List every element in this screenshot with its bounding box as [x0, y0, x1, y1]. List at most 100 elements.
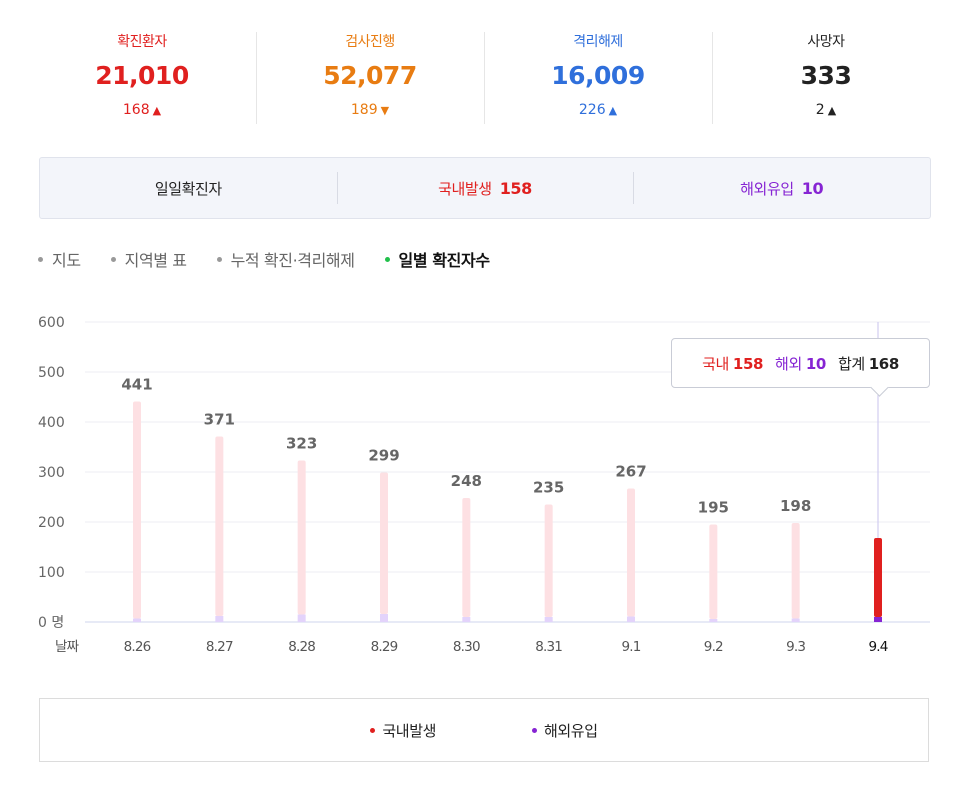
stat-delta: 189 ▼ — [256, 100, 484, 120]
legend-label: 국내발생 — [382, 721, 436, 740]
bar-domestic — [627, 488, 635, 617]
chart-legend: 국내발생 해외유입 — [39, 698, 929, 762]
tooltip-total: 합계 168 — [838, 353, 899, 374]
y-tick-label: 600 — [38, 315, 65, 331]
x-tick-label: 9.4 — [868, 639, 887, 655]
bullet-icon — [384, 256, 390, 262]
stat-delta: 226 ▲ — [484, 100, 712, 120]
stat-released: 격리해제 16,009 226 ▲ — [484, 28, 712, 128]
tab-cumulative[interactable]: 누적 확진·격리해제 — [216, 247, 355, 271]
stat-value: 21,010 — [95, 61, 189, 90]
tooltip-domestic-value: 158 — [732, 354, 764, 373]
stat-delta-value: 168 — [122, 102, 150, 118]
bullet-icon — [38, 256, 43, 262]
y-tick-label: 500 — [38, 365, 65, 381]
stat-deaths: 사망자 333 2 ▲ — [712, 28, 940, 128]
tab-daily-confirmed[interactable]: 일별 확진자수 — [384, 247, 490, 271]
bar-domestic — [215, 436, 224, 616]
stat-label: 격리해제 — [573, 34, 623, 50]
stat-value: 52,077 — [323, 61, 417, 90]
stat-confirmed: 확진환자 21,010 168 ▲ — [28, 28, 256, 128]
legend-domestic[interactable]: 국내발생 — [370, 720, 436, 741]
stat-delta-value: 2 — [815, 102, 825, 118]
bar-value-label: 248 — [451, 472, 482, 490]
stat-delta: 168 ▲ — [28, 100, 256, 120]
bar-overseas — [709, 619, 718, 622]
view-tabs: 지도 지역별 표 누적 확진·격리해제 일별 확진자수 — [38, 247, 520, 271]
stat-delta-value: 226 — [578, 102, 606, 118]
tooltip-total-label: 합계 — [837, 354, 865, 373]
bar-domestic — [709, 524, 718, 619]
bar-overseas — [297, 614, 306, 622]
legend-label: 해외유입 — [544, 721, 598, 740]
stat-label: 사망자 — [807, 34, 845, 50]
x-axis-label: 날짜 — [55, 639, 80, 655]
domestic-cell: 국내발생 158 — [336, 171, 634, 204]
stats-panel: 확진환자 21,010 168 ▲ 검사진행 52,077 189 ▼ 격리해제 1… — [28, 28, 940, 128]
bar-overseas — [791, 618, 800, 622]
chart-tooltip: 국내 158 해외 10 합계 168 — [671, 338, 930, 388]
tooltip-domestic: 국내 158 — [702, 353, 763, 374]
x-tick-label: 9.2 — [704, 639, 723, 655]
tooltip-total-value: 168 — [868, 354, 900, 373]
tab-label: 지도 — [52, 251, 81, 270]
stat-value: 333 — [800, 61, 852, 90]
tab-label: 일별 확진자수 — [398, 251, 490, 270]
bar-value-label: 323 — [286, 435, 317, 453]
tooltip-overseas: 해외 10 — [775, 353, 826, 374]
y-tick-label: 300 — [38, 465, 65, 481]
bar-overseas — [627, 616, 635, 622]
x-tick-label: 9.1 — [621, 639, 640, 655]
x-tick-label: 8.30 — [453, 639, 480, 655]
stat-value: 16,009 — [551, 61, 645, 90]
tooltip-domestic-label: 국내 — [702, 354, 729, 373]
daily-label-text: 일일확진자 — [154, 179, 222, 198]
stat-delta: 2 ▲ — [712, 100, 940, 120]
stat-label: 확진환자 — [117, 34, 167, 50]
legend-overseas[interactable]: 해외유입 — [532, 720, 598, 741]
stat-label: 검사진행 — [345, 34, 395, 50]
tab-region-table[interactable]: 지역별 표 — [110, 247, 187, 271]
bar-domestic — [462, 498, 471, 617]
bar-domestic — [380, 472, 388, 614]
bar-value-label: 299 — [368, 447, 399, 465]
bar-domestic — [791, 523, 800, 619]
bullet-icon — [110, 256, 116, 262]
x-tick-label: 8.29 — [371, 639, 398, 655]
tooltip-overseas-value: 10 — [805, 354, 826, 373]
bar-overseas — [874, 617, 882, 622]
tab-label: 누적 확진·격리해제 — [230, 251, 355, 270]
bar-domestic — [544, 504, 553, 617]
bar-value-label: 371 — [204, 411, 235, 429]
y-tick-label: 0 명 — [38, 615, 64, 631]
x-tick-label: 8.28 — [288, 639, 315, 655]
overseas-count: 10 — [801, 178, 824, 198]
daily-summary-bar: 일일확진자 국내발생 158 해외유입 10 — [39, 157, 931, 219]
domestic-count: 158 — [499, 178, 533, 198]
down-arrow-icon: ▼ — [380, 104, 390, 117]
bar-value-label: 235 — [533, 479, 564, 497]
legend-dot-icon — [532, 727, 537, 733]
bar-value-label: 198 — [780, 497, 811, 515]
up-arrow-icon: ▲ — [827, 104, 837, 117]
bar-overseas — [544, 617, 553, 622]
bar-domestic — [133, 401, 141, 619]
stat-delta-value: 189 — [350, 102, 378, 118]
bar-value-label: 441 — [121, 376, 152, 394]
bar-overseas — [215, 616, 224, 622]
legend-dot-icon — [370, 727, 376, 733]
bar-overseas — [380, 614, 388, 622]
y-tick-label: 400 — [38, 415, 65, 431]
tab-map[interactable]: 지도 — [38, 247, 81, 271]
y-tick-label: 100 — [38, 565, 65, 581]
up-arrow-icon: ▲ — [608, 104, 618, 117]
bullet-icon — [216, 256, 222, 262]
bar-domestic — [297, 460, 306, 615]
x-tick-label: 9.3 — [786, 639, 805, 655]
overseas-label: 해외유입 — [740, 179, 794, 198]
y-tick-label: 200 — [38, 515, 65, 531]
stat-testing: 검사진행 52,077 189 ▼ — [256, 28, 484, 128]
bar-value-label: 195 — [698, 499, 729, 517]
bar-value-label: 267 — [615, 463, 646, 481]
daily-confirmed-label: 일일확진자 — [40, 178, 337, 199]
